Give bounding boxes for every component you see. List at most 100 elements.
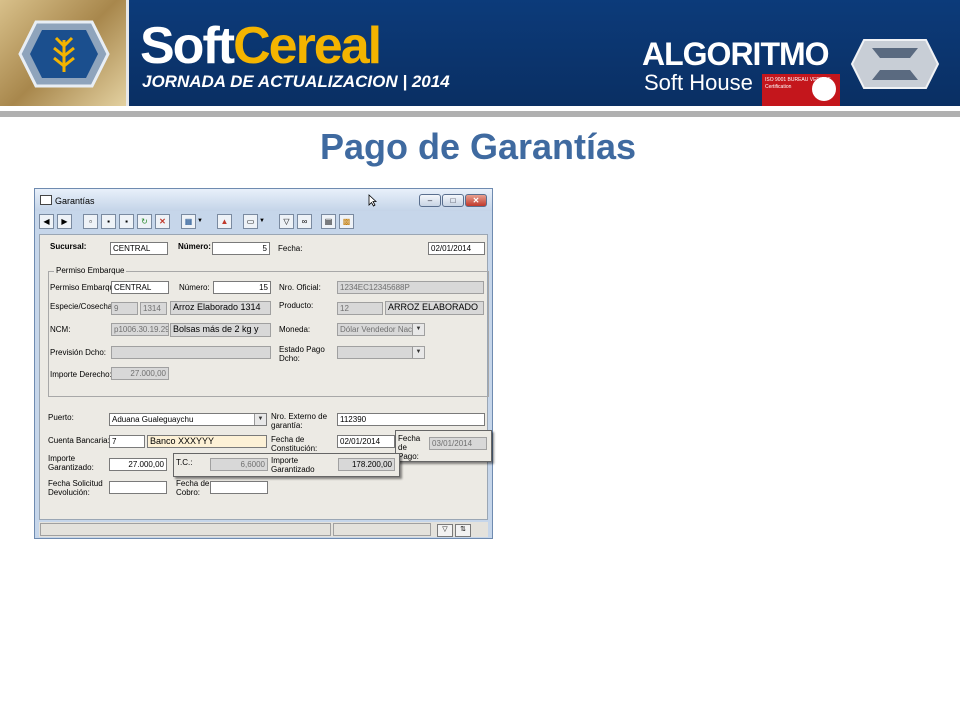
moneda-label: Moneda: bbox=[279, 325, 311, 334]
window-app-icon bbox=[40, 195, 52, 205]
fecha-pago-field[interactable]: 03/01/2014 bbox=[429, 437, 487, 450]
sucursal-label: Sucursal: bbox=[50, 242, 87, 251]
palette-icon[interactable]: ▩ bbox=[339, 214, 354, 229]
status-bar: ▽ ⇅ bbox=[39, 522, 488, 537]
producto-code-field: 12 bbox=[337, 302, 383, 315]
fecha-constitucion-field[interactable]: 02/01/2014 bbox=[337, 435, 395, 448]
grid-dropdown-icon[interactable]: ▼ bbox=[197, 214, 203, 229]
puerto-label: Puerto: bbox=[48, 413, 74, 422]
permiso-group-title: Permiso Embarque bbox=[54, 266, 127, 275]
tc-popup: T.C.: 6,6000 Importe Garantizado Pesos: … bbox=[173, 453, 400, 477]
page-title: Pago de Garantías bbox=[319, 126, 637, 167]
arrow-left-icon[interactable]: ◀ bbox=[39, 214, 54, 229]
nro-oficial-label: Nro. Oficial: bbox=[279, 283, 321, 292]
producto-desc-field: ARROZ ELABORADO bbox=[385, 301, 484, 315]
refresh-icon[interactable]: ↻ bbox=[137, 214, 152, 229]
company-name: ALGORITMO bbox=[642, 36, 830, 72]
estado-pago-select: ▼ bbox=[337, 346, 425, 359]
importe-pesos-label: Importe Garantizado Pesos: bbox=[271, 456, 315, 472]
cuenta-code-field[interactable]: 7 bbox=[109, 435, 145, 448]
especie-code-field: 9 bbox=[111, 302, 138, 315]
fecha-constitucion-label: Fecha de Constitución: bbox=[271, 435, 318, 452]
especie-desc-field: Arroz Elaborado 1314 bbox=[170, 301, 271, 315]
chevron-down-icon: ▼ bbox=[412, 347, 424, 358]
cosecha-code-field: 1314 bbox=[140, 302, 167, 315]
chevron-down-icon: ▼ bbox=[412, 324, 424, 335]
nro-externo-label: Nro. Externo de garantía: bbox=[271, 412, 328, 430]
nro-externo-field[interactable]: 112390 bbox=[337, 413, 485, 426]
chevron-down-icon: ▼ bbox=[254, 414, 266, 425]
softcereal-emblem-icon bbox=[18, 20, 110, 88]
tc-label: T.C.: bbox=[176, 458, 193, 467]
print-icon[interactable]: ▲ bbox=[217, 214, 232, 229]
new-document-icon[interactable]: ▫ bbox=[83, 214, 98, 229]
fecha-cobro-label: Fecha de Cobro: bbox=[176, 479, 210, 497]
permiso-numero-field[interactable]: 15 bbox=[213, 281, 271, 294]
delete-icon[interactable]: ✕ bbox=[155, 214, 170, 229]
mouse-cursor-icon bbox=[368, 194, 377, 207]
importe-garantizado-field[interactable]: 27.000,00 bbox=[109, 458, 167, 471]
filter-icon[interactable]: ▽ bbox=[279, 214, 294, 229]
prevision-field bbox=[111, 346, 271, 359]
save-icon[interactable]: ▪ bbox=[101, 214, 116, 229]
certification-badge: ISO 9001 BUREAU VERITAS Certification bbox=[762, 74, 840, 106]
ncm-desc-field: Bolsas más de 2 kg y bbox=[170, 323, 271, 337]
sort-icon[interactable]: ⇅ bbox=[455, 524, 471, 537]
fecha-solicitud-label: Fecha Solicitud Devolución: bbox=[48, 479, 103, 497]
binoculars-icon[interactable]: ∞ bbox=[297, 214, 312, 229]
filter-icon[interactable]: ▽ bbox=[437, 524, 453, 537]
permiso-numero-label: Número: bbox=[179, 283, 210, 292]
status-cell-secondary bbox=[333, 523, 431, 536]
garantias-window: Garantías – □ ✕ ◀ ▶ ▫ ▪ ▪ ↻ ✕ ▦ ▼ ▲ ▭ ▼ … bbox=[34, 188, 493, 539]
algoritmo-emblem-icon bbox=[850, 39, 940, 89]
cuenta-desc-field[interactable]: Banco XXXYYY bbox=[147, 435, 267, 448]
header-banner: SoftCereal JORNADA DE ACTUALIZACION | 20… bbox=[0, 0, 960, 106]
numero-label: Número: bbox=[178, 242, 211, 251]
importe-pesos-field: 178.200,00 bbox=[338, 458, 395, 471]
banner-separator bbox=[126, 0, 129, 106]
fecha-field[interactable]: 02/01/2014 bbox=[428, 242, 485, 255]
importe-derecho-field: 27.000,00 bbox=[111, 367, 169, 380]
fecha-solicitud-field[interactable] bbox=[109, 481, 167, 494]
event-subtitle: JORNADA DE ACTUALIZACION | 2014 bbox=[142, 72, 450, 91]
grid-icon[interactable]: ▦ bbox=[181, 214, 196, 229]
importe-garantizado-label: Importe Garantizado: bbox=[48, 454, 94, 472]
window-titlebar[interactable]: Garantías – □ ✕ bbox=[35, 189, 492, 211]
company-subtitle: Soft House bbox=[644, 70, 753, 95]
minimize-button[interactable]: – bbox=[419, 194, 441, 207]
toolbar: ◀ ▶ ▫ ▪ ▪ ↻ ✕ ▦ ▼ ▲ ▭ ▼ ▽ ∞ ▤ ▩ bbox=[39, 212, 488, 232]
window-title: Garantías bbox=[55, 196, 95, 206]
ncm-code-field: p1006.30.19.29 bbox=[111, 323, 169, 336]
window-icon[interactable]: ▭ bbox=[243, 214, 258, 229]
fecha-pago-popup: Fecha de Pago: 03/01/2014 bbox=[395, 430, 492, 462]
tc-field: 6,6000 bbox=[210, 458, 268, 471]
fecha-cobro-field[interactable] bbox=[210, 481, 268, 494]
calculator-icon[interactable]: ▤ bbox=[321, 214, 336, 229]
prevision-label: Previsión Dcho: bbox=[50, 348, 107, 357]
softcereal-logo: SoftCereal bbox=[140, 17, 382, 75]
ncm-label: NCM: bbox=[50, 325, 71, 334]
nro-oficial-field: 1234EC12345688P bbox=[337, 281, 484, 294]
banner-divider bbox=[0, 111, 960, 117]
form-panel: Sucursal: CENTRAL Número: 5 Fecha: 02/01… bbox=[39, 234, 492, 520]
save-as-icon[interactable]: ▪ bbox=[119, 214, 134, 229]
permiso-field[interactable]: CENTRAL bbox=[111, 281, 169, 294]
producto-label: Producto: bbox=[279, 301, 314, 310]
fecha-label: Fecha: bbox=[278, 244, 303, 253]
maximize-button[interactable]: □ bbox=[442, 194, 464, 207]
estado-pago-label: Estado Pago Dcho: bbox=[279, 345, 325, 363]
sucursal-field[interactable]: CENTRAL bbox=[110, 242, 168, 255]
fecha-pago-label: Fecha de Pago: bbox=[398, 434, 421, 461]
arrow-right-icon[interactable]: ▶ bbox=[57, 214, 72, 229]
numero-field[interactable]: 5 bbox=[212, 242, 270, 255]
window-dropdown-icon[interactable]: ▼ bbox=[259, 214, 265, 229]
bureau-veritas-seal-icon bbox=[812, 77, 836, 101]
permiso-embarque-group: Permiso Embarque Permiso Embarque: CENTR… bbox=[48, 266, 489, 397]
especie-label: Especie/Cosecha: bbox=[50, 302, 115, 311]
importe-derecho-label: Importe Derecho: bbox=[50, 370, 112, 379]
puerto-select[interactable]: Aduana Gualeguaychu ▼ bbox=[109, 413, 267, 426]
close-button[interactable]: ✕ bbox=[465, 194, 487, 207]
cuenta-bancaria-label: Cuenta Bancaria: bbox=[48, 436, 110, 445]
moneda-select: Dólar Vendedor Naci ▼ bbox=[337, 323, 425, 336]
status-cell-main bbox=[40, 523, 331, 536]
